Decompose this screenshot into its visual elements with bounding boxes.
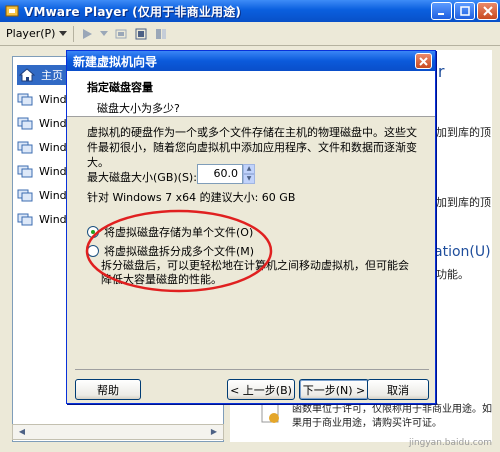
minimize-icon (437, 13, 444, 15)
dialog-subheading: 磁盘大小为多少? (97, 102, 180, 115)
license-note-line2: 果用于商业用途，请购买许可证。 (292, 418, 442, 429)
library-home-label: 主页 (41, 69, 63, 82)
max-disk-size-label: 最大磁盘大小(GB)(S): (87, 171, 197, 184)
new-vm-wizard-dialog: 新建虚拟机向导 指定磁盘容量 磁盘大小为多少? 虚拟机的硬盘作为一个或多个文件存… (66, 50, 436, 404)
unity-icon[interactable] (154, 27, 168, 41)
license-icon (260, 402, 282, 427)
split-files-label: 将虚拟磁盘拆分成多个文件(M) (104, 245, 255, 258)
dropdown-icon[interactable] (100, 30, 109, 37)
suspend-icon[interactable] (114, 27, 128, 41)
split-multiple-files-option[interactable]: 将虚拟磁盘拆分成多个文件(M) (87, 243, 254, 259)
dialog-header: 指定磁盘容量 磁盘大小为多少? (67, 71, 435, 117)
vm-icon (17, 187, 33, 203)
next-button[interactable]: 下一步(N) > (299, 379, 369, 400)
player-menu[interactable]: Player(P) (6, 27, 68, 40)
window-titlebar[interactable]: VMware Player (仅用于非商业用途) (0, 0, 500, 22)
library-item-vm[interactable]: Windo (17, 209, 73, 229)
close-icon (482, 6, 493, 16)
minimize-button[interactable] (431, 2, 452, 20)
chevron-down-icon (59, 30, 68, 36)
library-item-vm[interactable]: Windo (17, 161, 73, 181)
spin-down-icon[interactable]: ▼ (243, 174, 255, 184)
library-item-vm[interactable]: Windo (17, 137, 73, 157)
main-toolbar: Player(P) (0, 22, 500, 46)
vm-icon (17, 163, 33, 179)
store-single-file-option[interactable]: 将虚拟磁盘存储为单个文件(O) (87, 224, 253, 240)
dialog-titlebar[interactable]: 新建虚拟机向导 (67, 51, 435, 71)
library-horizontal-scrollbar[interactable]: ◀ ▶ (12, 424, 224, 440)
back-button[interactable]: < 上一步(B) (227, 379, 295, 400)
upgrade-link-fragment[interactable]: ation(U) (434, 244, 491, 260)
library-item-home[interactable]: 主页 (17, 65, 73, 85)
single-file-label: 将虚拟磁盘存储为单个文件(O) (104, 226, 254, 239)
dialog-title: 新建虚拟机向导 (73, 54, 158, 69)
split-files-note: 拆分磁盘后，可以更轻松地在计算机之间移动虚拟机，但可能会降低大容量磁盘的性能。 (101, 259, 409, 286)
watermark-text: jingyan.baidu.com (408, 438, 492, 448)
close-icon (419, 56, 428, 66)
maximize-button[interactable] (454, 2, 475, 20)
vm-icon (17, 211, 33, 227)
library-item-vm[interactable]: Windo (17, 89, 73, 109)
single-file-radio[interactable] (87, 226, 99, 238)
player-menu-label: Player(P) (6, 27, 56, 40)
vm-icon (17, 91, 33, 107)
window-title: VMware Player (仅用于非商业用途) (24, 4, 242, 19)
library-item-vm[interactable]: Windo (17, 113, 73, 133)
maximize-icon (459, 6, 470, 16)
vm-icon (17, 115, 33, 131)
split-files-radio[interactable] (87, 245, 99, 257)
upgrade-desc-fragment: 功能。 (436, 268, 469, 281)
fullscreen-icon[interactable] (134, 27, 148, 41)
cancel-button[interactable]: 取消 (367, 379, 429, 400)
create-vm-desc-fragment: 加到库的顶 (436, 126, 491, 139)
open-vm-desc-fragment: 加到库的顶 (436, 196, 491, 209)
dialog-close-button[interactable] (415, 53, 432, 69)
close-button[interactable] (477, 2, 498, 20)
vm-icon (17, 139, 33, 155)
home-icon (19, 67, 35, 83)
disk-size-spinner[interactable]: ▲ ▼ (243, 164, 255, 184)
max-disk-size-input[interactable]: 60.0 (197, 164, 243, 184)
play-icon[interactable] (80, 27, 94, 41)
recommended-size-text: 针对 Windows 7 x64 的建议大小: 60 GB (87, 191, 296, 204)
library-item-vm[interactable]: Windo (17, 185, 73, 205)
scroll-right-icon[interactable]: ▶ (207, 426, 221, 438)
dialog-heading: 指定磁盘容量 (87, 81, 153, 94)
help-button[interactable]: 帮助 (75, 379, 141, 400)
spin-up-icon[interactable]: ▲ (243, 164, 255, 174)
vmware-app-icon (4, 3, 20, 19)
scroll-left-icon[interactable]: ◀ (15, 426, 29, 438)
